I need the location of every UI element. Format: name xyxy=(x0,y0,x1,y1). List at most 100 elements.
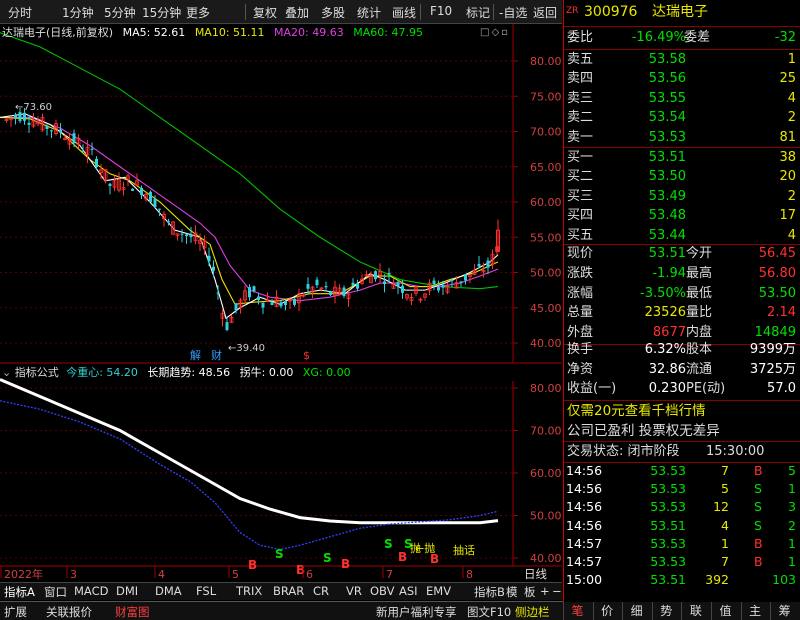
quote-side-tab[interactable]: 联 xyxy=(681,602,709,620)
stat-label: 流通 xyxy=(686,361,713,377)
indicator-tab[interactable]: 窗口 xyxy=(44,584,67,600)
quote-side-tab[interactable]: 细 xyxy=(622,602,650,620)
candle-body xyxy=(437,287,440,291)
stock-name: 达瑞电子 xyxy=(652,4,708,20)
indicator-tab[interactable]: MACD xyxy=(74,584,108,598)
indicator-tabs: 指标A 窗口 MACD DMI DMA FSL TRIX BRAR CR VR OBV ASI EMV 指… xyxy=(0,582,562,600)
bottom-link[interactable]: 图文F10 xyxy=(467,604,511,620)
candle-body xyxy=(50,130,53,132)
order-volume: 2 xyxy=(787,110,796,126)
order-volume: 25 xyxy=(779,71,796,87)
signal-annotation: S xyxy=(323,551,332,565)
bottom-tab[interactable]: 扩展 xyxy=(4,604,27,620)
indicator-tab[interactable]: 模 xyxy=(506,584,518,600)
indicator-tab[interactable]: DMA xyxy=(155,584,182,598)
bottom-tab[interactable]: 关联报价 xyxy=(46,604,92,620)
toolbar-item[interactable]: 15分钟 xyxy=(142,4,181,21)
toolbar-item[interactable]: -自选 xyxy=(499,4,527,21)
toolbar-item[interactable]: F10 xyxy=(430,4,452,18)
indicator-dropdown-icon[interactable]: ⌄ xyxy=(2,366,11,379)
toolbar-item[interactable]: 画线 xyxy=(392,4,416,21)
quote-side-tab[interactable]: 主 xyxy=(740,602,769,620)
toolbar-item[interactable]: 多股 xyxy=(321,4,345,21)
indicator-tick-label: 50.00 xyxy=(530,510,562,523)
indicator-tab[interactable]: + xyxy=(540,584,550,598)
indicator-tab[interactable]: ASI xyxy=(399,584,418,598)
quote-stat-row: 现价 53.51 今开 56.45 xyxy=(564,244,800,264)
buy-level-row: 买三 53.49 2 xyxy=(564,187,800,207)
high-price-mark: ←73.60 xyxy=(15,102,52,113)
order-level-label: 卖二 xyxy=(567,110,594,126)
tick-time: 15:00 xyxy=(566,572,603,588)
bottom-link[interactable]: 新用户福利专享 xyxy=(376,604,457,620)
toolbar-item[interactable]: 1分钟 xyxy=(62,4,94,21)
toolbar-item[interactable]: 复权 xyxy=(253,4,277,21)
fundamental-row: 收益(一) 0.230 PE(动) 57.0 xyxy=(564,379,800,399)
quote-side-tab[interactable]: 价 xyxy=(592,602,621,620)
price-tick-label: 60.00 xyxy=(530,196,562,209)
toolbar-item[interactable]: 5分钟 xyxy=(104,4,136,21)
toolbar-item[interactable]: 叠加 xyxy=(285,4,309,21)
promo-banner[interactable]: 仅需20元查看千档行情 xyxy=(564,401,800,421)
indicator-tab[interactable]: DMI xyxy=(116,584,138,598)
indicator-tab[interactable]: CR xyxy=(313,584,329,598)
candle-body xyxy=(261,302,265,308)
toolbar-item[interactable]: 标记 xyxy=(466,4,490,21)
stat-label: 最高 xyxy=(686,265,713,281)
indicator-tab[interactable]: TRIX xyxy=(236,584,262,598)
indicator-name[interactable]: 指标公式 xyxy=(15,366,59,379)
candle-body xyxy=(153,198,157,208)
quote-stat-row: 总量 23526 量比 2.14 xyxy=(564,303,800,323)
order-price: 53.58 xyxy=(648,52,686,67)
x-axis-label: 6 xyxy=(306,568,313,581)
candle-body xyxy=(270,302,274,305)
x-axis-label: 2022年 xyxy=(4,567,43,581)
tick-row: 14:56 53.51 4 S 2 xyxy=(564,516,800,536)
candle-body xyxy=(459,281,463,284)
indicator-tab[interactable]: FSL xyxy=(196,584,216,598)
candle-body xyxy=(486,260,490,268)
quote-side-tab[interactable]: 筹 xyxy=(770,602,798,620)
indicator-tab[interactable]: OBV xyxy=(370,584,394,598)
indicator-tab[interactable]: VR xyxy=(346,584,362,598)
candle-body xyxy=(108,183,112,186)
quote-side-tab[interactable]: 笔 xyxy=(563,602,591,620)
bottom-tab[interactable]: 财富图 xyxy=(115,604,150,620)
stat-value: 3725万 xyxy=(749,361,796,377)
indicator-tab[interactable]: BRAR xyxy=(273,584,304,598)
tick-volume: 5 xyxy=(721,481,729,497)
signal-annotation: S xyxy=(384,537,393,551)
quote-side-tab[interactable]: 势 xyxy=(651,602,680,620)
indicator-tab[interactable]: EMV xyxy=(426,584,451,598)
bottom-link[interactable]: 侧边栏 xyxy=(515,604,550,620)
indicator-tab[interactable]: 指标B xyxy=(474,584,505,600)
toolbar-item[interactable]: 返回 xyxy=(533,4,557,21)
tick-time: 14:56 xyxy=(566,517,603,533)
indicator-tab[interactable]: 板 xyxy=(524,584,536,600)
tick-row: 15:00 53.51 392 103 xyxy=(564,570,800,590)
tick-price: 53.51 xyxy=(650,517,686,533)
stat-label: 股本 xyxy=(686,342,713,357)
indicator-tab[interactable]: 指标A xyxy=(4,584,35,600)
window-controls[interactable]: □◇▫ xyxy=(480,27,510,39)
chart-area[interactable]: 80.00 75.00 70.00 65.00 60.00 55.00 50.00 45.00… xyxy=(0,24,562,602)
period-label[interactable]: 日线 xyxy=(524,567,547,581)
buy-level-row: 买五 53.44 4 xyxy=(564,226,800,246)
price-tick-label: 70.00 xyxy=(530,126,562,139)
stat-value: 53.50 xyxy=(758,285,796,301)
toolbar-item[interactable]: 分时 xyxy=(8,4,32,21)
stat-label: 收益(一) xyxy=(567,381,617,396)
x-axis-label: 7 xyxy=(386,568,393,581)
candle-body xyxy=(387,272,391,275)
stat-value: 0.230 xyxy=(648,381,686,396)
toolbar-item[interactable]: 统计 xyxy=(357,4,381,21)
toolbar-item[interactable]: 更多 xyxy=(186,4,210,21)
quote-side-tab[interactable]: 值 xyxy=(711,602,739,620)
quote-panel: ZR 300976 达瑞电子 委比 -16.49% 委差 -32 卖五 53.58… xyxy=(563,0,800,602)
indicator-tab[interactable]: − xyxy=(552,584,562,598)
price-tick-label: 50.00 xyxy=(530,267,562,280)
tick-side: B xyxy=(754,463,763,478)
tick-time: 14:57 xyxy=(566,535,603,551)
tick-row: 14:56 53.53 12 S 3 xyxy=(564,497,800,517)
order-level-label: 买二 xyxy=(567,169,594,185)
